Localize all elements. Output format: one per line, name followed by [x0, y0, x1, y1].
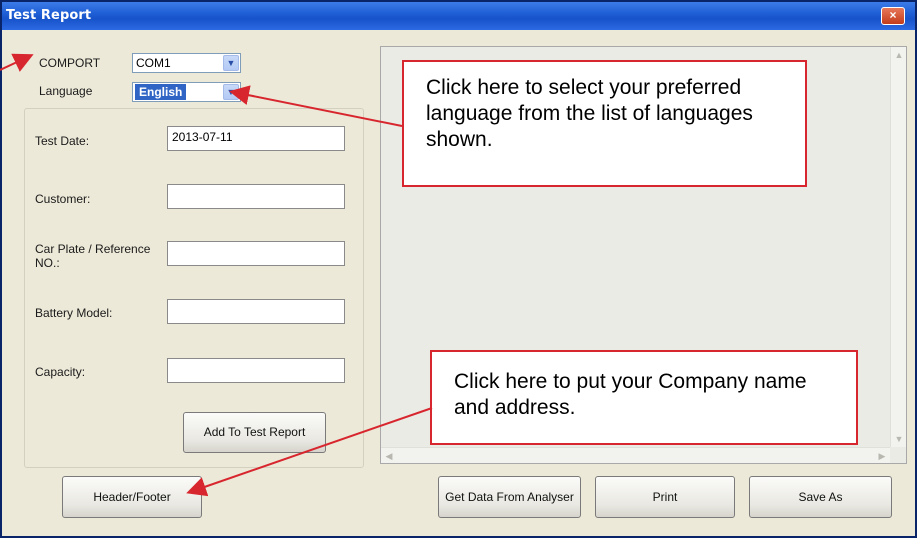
header-footer-button[interactable]: Header/Footer [62, 476, 202, 518]
comport-value: COM1 [136, 56, 171, 70]
battery-model-field[interactable] [167, 299, 345, 324]
language-help-callout: Click here to select your preferred lang… [402, 60, 807, 187]
title-bar[interactable]: Test Report × [2, 2, 915, 30]
scroll-up-icon[interactable]: ▲ [891, 47, 907, 63]
test-date-field[interactable]: 2013-07-11 [167, 126, 345, 151]
print-button[interactable]: Print [595, 476, 735, 518]
customer-field[interactable] [167, 184, 345, 209]
language-value: English [135, 84, 187, 100]
car-plate-field[interactable] [167, 241, 345, 266]
chevron-down-icon[interactable]: ▼ [223, 55, 239, 71]
scroll-right-icon[interactable]: ▶ [874, 448, 890, 464]
close-icon: × [889, 8, 897, 22]
save-as-button[interactable]: Save As [749, 476, 892, 518]
scroll-left-icon[interactable]: ◀ [381, 448, 397, 464]
company-help-callout: Click here to put your Company name and … [430, 350, 858, 445]
customer-label: Customer: [35, 192, 91, 206]
vertical-scrollbar[interactable]: ▲ ▼ [890, 47, 906, 447]
get-data-from-analyser-button[interactable]: Get Data From Analyser [438, 476, 581, 518]
horizontal-scrollbar[interactable]: ◀ ▶ [381, 447, 890, 463]
comport-dropdown[interactable]: COM1 ▼ [132, 53, 241, 73]
capacity-label: Capacity: [35, 365, 86, 379]
capacity-field[interactable] [167, 358, 345, 383]
add-to-test-report-button[interactable]: Add To Test Report [183, 412, 326, 453]
language-dropdown[interactable]: English ▼ [132, 82, 241, 102]
test-date-label: Test Date: [35, 134, 90, 148]
scroll-down-icon[interactable]: ▼ [891, 431, 907, 447]
close-button[interactable]: × [881, 7, 905, 25]
battery-model-label: Battery Model: [35, 306, 113, 320]
window-title: Test Report [6, 8, 92, 23]
language-label: Language [39, 84, 93, 98]
comport-label: COMPORT [39, 56, 101, 70]
car-plate-label: Car Plate / Reference NO.: [35, 242, 151, 270]
chevron-down-icon[interactable]: ▼ [223, 84, 239, 100]
